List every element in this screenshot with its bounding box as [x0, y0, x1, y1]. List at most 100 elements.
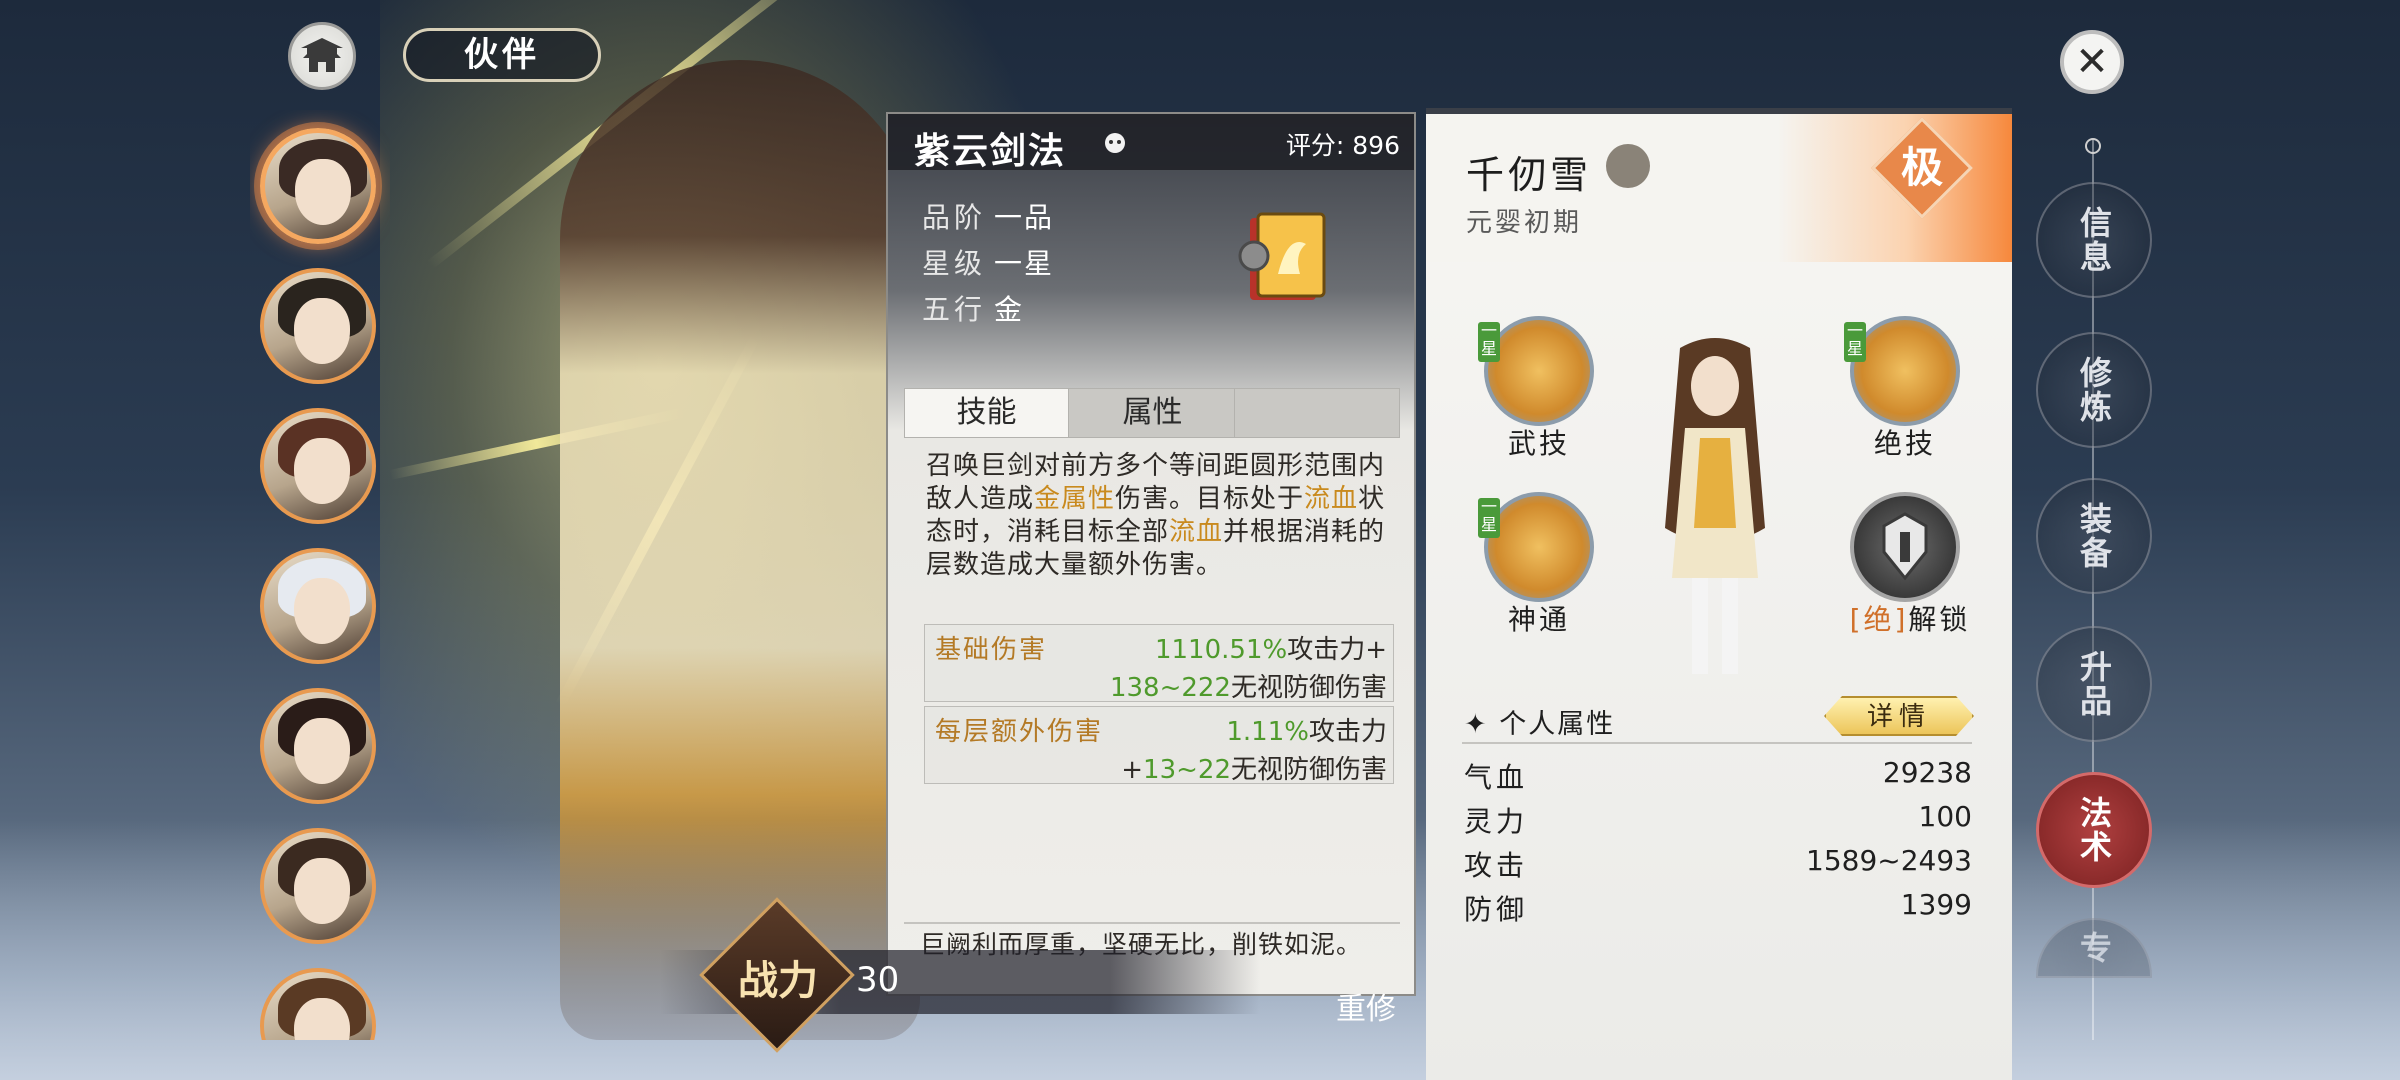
base-damage-label: 基础伤害 — [935, 635, 1048, 665]
base-damage-tail: 无视防御伤害 — [1230, 673, 1387, 703]
companion-avatar[interactable] — [260, 828, 376, 944]
slot-star-badge: 一星 — [1478, 322, 1500, 362]
nav-spells[interactable]: 法术 — [2036, 772, 2152, 888]
tab-skill[interactable]: 技能 — [905, 389, 1069, 437]
base-damage-suffix: 攻击力+ — [1287, 635, 1387, 665]
divider — [1462, 742, 1972, 744]
lock-icon — [1882, 512, 1928, 581]
stat-key: 攻击 — [1464, 849, 1529, 882]
nav-top-dot — [2085, 138, 2101, 154]
skill-name: 紫云剑法 — [914, 131, 1067, 172]
companion-avatar[interactable] — [260, 408, 376, 524]
slot-label-divine: 神通 — [1507, 603, 1570, 636]
slot-star-badge: 一星 — [1478, 498, 1500, 538]
avatar-face — [294, 438, 350, 504]
class-badge-text: 极 — [1900, 143, 1943, 192]
desc-highlight: 金属性 — [1034, 484, 1116, 514]
stat-row: 防御 1399 — [1464, 888, 1972, 928]
personal-attributes-header: ✦ 个人属性 — [1464, 702, 1615, 741]
companion-avatar[interactable] — [260, 688, 376, 804]
desc-highlight: 流血 — [1304, 484, 1359, 514]
slot-label-ultimate: 绝技 — [1873, 427, 1936, 460]
stat-row: 灵力 100 — [1464, 800, 1972, 840]
skill-tabs: 技能 属性 — [904, 388, 1400, 438]
base-damage-line-1: 1110.51%攻击力+ — [1155, 629, 1387, 666]
slot-star-badge: 一星 — [1844, 322, 1866, 362]
base-damage-line-2: 138~222无视防御伤害 — [1110, 667, 1387, 704]
slot-label-martial: 武技 — [1507, 427, 1570, 460]
details-button[interactable]: 详情 — [1824, 696, 1974, 736]
skill-slot-locked[interactable] — [1850, 492, 1960, 602]
character-stage: 元婴初期 — [1466, 208, 1583, 238]
sparkle-icon: ✦ — [1464, 709, 1489, 740]
skill-slot-martial[interactable] — [1484, 316, 1594, 426]
element-value: 金 — [994, 293, 1025, 326]
stat-key: 气血 — [1464, 761, 1529, 794]
avatar-face — [295, 159, 351, 225]
extra-damage-box: 每层额外伤害 1.11%攻击力 +13~22无视防御伤害 — [924, 706, 1394, 786]
divider — [904, 922, 1400, 924]
grade-value: 一品 — [994, 201, 1055, 234]
star-row: 星级 一星 — [922, 242, 1054, 282]
locked-slot-tag: [绝] — [1849, 603, 1909, 636]
page-title: 伙伴 — [403, 28, 601, 82]
stat-row: 气血 29238 — [1464, 756, 1972, 796]
skill-slot-ultimate[interactable] — [1850, 316, 1960, 426]
power-value: 30 — [856, 960, 900, 1000]
skill-description: 召唤巨剑对前方多个等间距圆形范围内敌人造成金属性伤害。目标处于流血状态时，消耗目… — [926, 450, 1390, 582]
desc-text: 伤害。目标处于 — [1115, 484, 1305, 514]
companion-avatar[interactable] — [260, 268, 376, 384]
skill-header: 紫云剑法 评分: 896 — [888, 114, 1414, 172]
nav-equipment[interactable]: 装备 — [2036, 478, 2152, 594]
nav-cultivation[interactable]: 修炼 — [2036, 332, 2152, 448]
companion-avatar[interactable] — [260, 968, 376, 1040]
stat-key: 防御 — [1464, 893, 1529, 926]
stat-value: 1399 — [1900, 888, 1972, 921]
home-button[interactable] — [288, 22, 356, 90]
extra-damage-line-2: +13~22无视防御伤害 — [1121, 749, 1387, 786]
stat-value: 29238 — [1882, 756, 1972, 789]
stat-value: 1589~2493 — [1806, 844, 1972, 877]
stat-key: 灵力 — [1464, 805, 1529, 838]
element-row: 五行金 — [922, 288, 1024, 328]
character-name: 千仞雪 — [1466, 153, 1593, 197]
avatar-face — [294, 298, 350, 364]
companion-avatar[interactable] — [260, 548, 376, 664]
star-label: 星级 — [922, 247, 987, 280]
desc-highlight: 流血 — [1169, 517, 1224, 547]
skill-detail-panel: 紫云剑法 评分: 896 品阶 一品 星级 一星 五行金 技能 属性 召唤巨剑对… — [886, 112, 1416, 996]
stat-value: 100 — [1918, 800, 1972, 833]
extra-damage-label: 每层额外伤害 — [935, 717, 1104, 747]
reset-button[interactable]: 重修 — [1336, 984, 1396, 1028]
slot-label-locked: [绝]解锁 — [1830, 598, 1990, 638]
avatar-face — [294, 858, 350, 924]
skill-score: 评分: 896 — [1285, 131, 1400, 160]
companion-list[interactable] — [250, 110, 390, 1040]
tab-attributes[interactable]: 属性 — [1071, 389, 1235, 437]
sword-icon — [1606, 144, 1650, 188]
character-panel: 千仞雪 元婴初期 极 一星 武技 一星 绝技 一星 神通 [绝]解锁 ✦ 个人属… — [1426, 108, 2012, 1080]
bind-icon — [1105, 133, 1125, 153]
extra-damage-tail: 无视防御伤害 — [1230, 755, 1387, 785]
attributes-title: 个人属性 — [1499, 709, 1616, 740]
power-label: 战力 — [738, 958, 818, 1004]
nav-promote[interactable]: 升品 — [2036, 626, 2152, 742]
stat-row: 攻击 1589~2493 — [1464, 844, 1972, 884]
companion-avatar[interactable] — [260, 128, 376, 244]
avatar-face — [294, 578, 350, 644]
pagoda-icon — [301, 38, 343, 72]
close-button[interactable]: ✕ — [2060, 30, 2124, 94]
locked-slot-label: 解锁 — [1908, 603, 1971, 636]
extra-damage-line-1: 1.11%攻击力 — [1226, 711, 1387, 748]
grade-label: 品阶 — [922, 201, 987, 234]
extra-damage-suffix: 攻击力 — [1308, 717, 1387, 747]
extra-damage-range: 13~22 — [1143, 755, 1231, 785]
character-figure — [1665, 338, 1765, 674]
element-label: 五行 — [922, 293, 987, 326]
base-damage-pct: 1110.51% — [1154, 635, 1288, 665]
nav-info[interactable]: 信息 — [2036, 182, 2152, 298]
avatar-face — [294, 718, 350, 784]
skill-slot-divine[interactable] — [1484, 492, 1594, 602]
base-damage-box: 基础伤害 1110.51%攻击力+ 138~222无视防御伤害 — [924, 624, 1394, 704]
skill-book-icon — [1238, 212, 1326, 300]
